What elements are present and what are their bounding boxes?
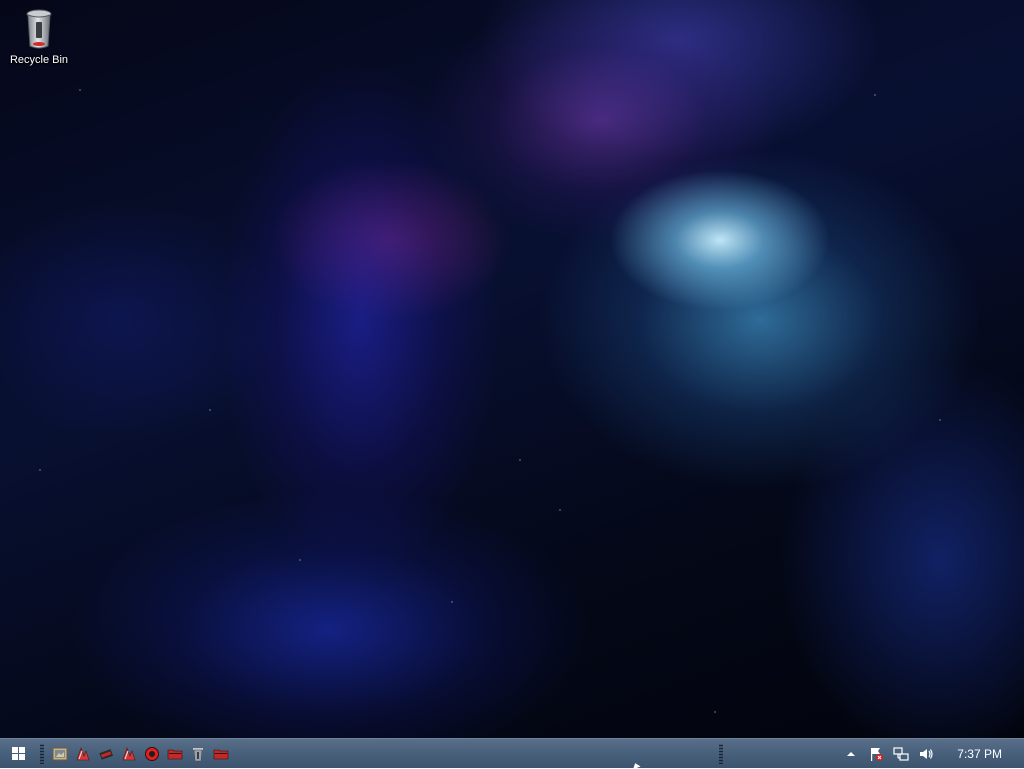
action-center-flag-icon[interactable]	[868, 746, 884, 762]
recycle-bin-label: Recycle Bin	[9, 54, 69, 66]
recycle-bin-icon	[26, 9, 52, 49]
pen-tool-icon[interactable]	[98, 746, 114, 762]
taskbar-clock[interactable]: 7:37 PM	[957, 747, 1002, 761]
taskbar: 7:37 PM	[0, 738, 1024, 768]
quick-launch-toolbar	[52, 746, 229, 762]
toolbar-grip[interactable]	[40, 743, 44, 764]
desktop-icon-recycle-bin[interactable]: Recycle Bin	[8, 8, 70, 66]
red-folder-icon[interactable]	[167, 746, 183, 762]
desktop[interactable]: Recycle Bin	[0, 0, 1024, 738]
toolbar-grip[interactable]	[719, 743, 724, 764]
media-player-icon[interactable]	[121, 746, 137, 762]
system-tray: 7:37 PM	[843, 739, 1002, 768]
network-icon[interactable]	[893, 746, 909, 762]
show-hidden-icons-arrow-icon[interactable]	[843, 746, 859, 762]
volume-icon[interactable]	[918, 746, 934, 762]
picture-frame-icon[interactable]	[52, 746, 68, 762]
wallpaper-stars	[0, 0, 1024, 738]
red-circle-app-icon[interactable]	[144, 746, 160, 762]
trash-can-icon[interactable]	[190, 746, 206, 762]
media-player-icon[interactable]	[75, 746, 91, 762]
windows-logo-icon	[11, 747, 25, 760]
red-folder-icon[interactable]	[213, 746, 229, 762]
start-button[interactable]	[0, 739, 36, 768]
